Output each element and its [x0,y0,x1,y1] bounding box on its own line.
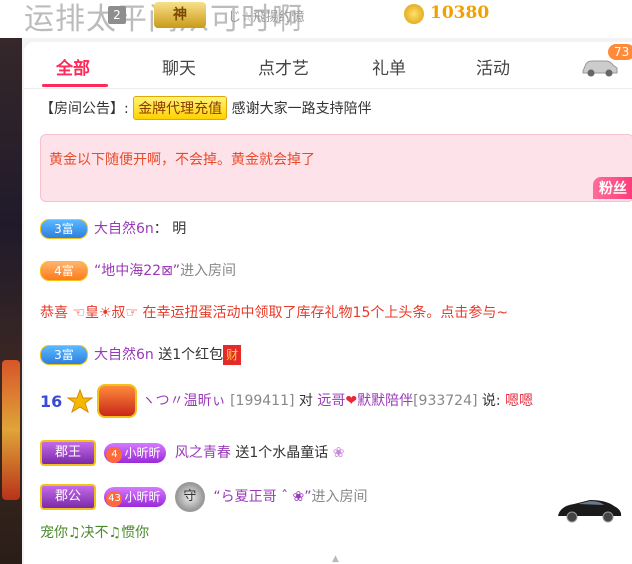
user-name[interactable]: ヽつ〃温昕ぃ [142,393,226,409]
coin-icon [404,4,424,24]
message-text: 进入房间 [311,489,368,505]
message-text: 送1个水晶童话 [235,445,329,461]
announcement-text: 感谢大家一路支持陪伴 [231,101,372,117]
fan-club-badge: 43 小昕昕 [104,487,167,507]
left-video-edge [0,0,22,564]
chat-row: 3富 大自然6n 送1个红包财 [40,344,242,365]
crystal-gift-icon: ❀ [332,445,345,461]
red-envelope-icon: 财 [223,345,242,365]
fan-club-name: 小昕昕 [124,490,161,504]
sports-car-icon [558,500,622,523]
tab-gift-list[interactable]: 礼单 [372,54,406,79]
tab-bar: 全部 聊天 点才艺 礼单 活动 73 [24,42,632,89]
said-word: 说: [481,393,501,409]
system-message[interactable]: 恭喜 ☜皇☀叔☞ 在幸运扭蛋活动中领取了库存礼物15个上头条。点击参与~ [40,302,508,322]
chat-row: 3富 大自然6n： 明 [40,218,186,239]
message-text: 嗯嗯 [505,393,534,409]
fan-club-name: 小昕昕 [124,446,161,460]
chat-row: 16 ヽつ〃温昕ぃ [199411] 对 远哥❤默默陪伴[933724] 说: … [40,384,533,418]
god-badge: 神 [154,2,206,28]
chat-row: 郡公 43 小昕昕 守 “ら夏正哥 ˆ ❀”进入房间 [40,482,368,512]
message-text: 送1个红包 [158,347,224,363]
target-name-2[interactable]: 默默陪伴 [357,393,413,409]
chat-row: 郡王 4 小昕昕 风之青春 送1个水晶童话 ❀ [40,440,344,466]
user-name[interactable]: 大自然6n [94,221,154,237]
chat-row: 4富 “地中海22⊠”进入房间 [40,260,236,281]
guardian-badge: 守 [174,482,205,512]
user-name[interactable]: “ら夏正哥 ˆ ❀” [213,489,311,505]
chat-row: 宠你♫决不♫惯你 [40,525,150,541]
message-text: ： 明 [153,221,187,237]
left-glow-decoration [2,360,20,500]
pinned-message: 黄金以下随便开啊，不会掉。黄金就会掉了 粉丝 [40,134,632,202]
room-announcement: 【房间公告】: 金牌代理充值 感谢大家一路支持陪伴 [40,96,372,120]
chat-panel: 全部 聊天 点才艺 礼单 活动 73 【房间公告】: 金牌代理充值 感谢大家一路… [24,42,632,564]
coin-count: 10380 [430,3,490,23]
tab-chat[interactable]: 聊天 [162,54,196,79]
user-name[interactable]: 风之青春 [175,445,231,461]
pinned-message-text: 黄金以下随便开啊，不会掉。黄金就会掉了 [49,152,315,168]
level-badge: 16 [40,391,63,411]
user-name[interactable]: 大自然6n [94,347,154,363]
announcement-prefix: 【房间公告】: [40,101,129,117]
scroll-up-arrow-icon[interactable]: ▲ [332,554,346,564]
wealth-badge: 3富 [40,219,88,239]
tab-performance[interactable]: 点才艺 [258,54,309,79]
fan-tag[interactable]: 粉丝 [593,177,632,199]
fan-level: 43 [106,491,123,507]
wealth-badge: 3富 [40,345,88,365]
to-word: 对 [298,393,313,409]
top-bar: 运排太平间从可时啊 2 神 じ☆飛揚约憶 10380 [0,0,632,38]
heart-icon: ❤ [345,393,358,409]
announcement-tag[interactable]: 金牌代理充值 [133,96,228,120]
tab-all[interactable]: 全部 [56,54,90,79]
top-user-name[interactable]: じ☆飛揚约憶 [228,6,305,25]
target-id: [933724] [413,393,478,409]
tab-events[interactable]: 活动 [476,54,510,79]
star-badge-icon [66,388,93,414]
active-tab-indicator [42,84,108,87]
message-text: 进入房间 [180,263,237,279]
royal-title-badge: 郡公 [40,484,96,510]
seat-number-badge: 2 [108,6,126,24]
user-name[interactable]: “地中海22⊠” [94,263,180,279]
target-name[interactable]: 远哥 [317,393,345,409]
car-count-badge: 73 [608,44,632,60]
fan-club-badge: 4 小昕昕 [104,443,167,463]
royal-title-badge: 郡王 [40,440,96,466]
treasure-chest-icon [97,384,138,418]
user-id: [199411] [230,393,295,409]
wealth-badge: 4富 [40,261,88,281]
fan-level: 4 [106,447,123,463]
